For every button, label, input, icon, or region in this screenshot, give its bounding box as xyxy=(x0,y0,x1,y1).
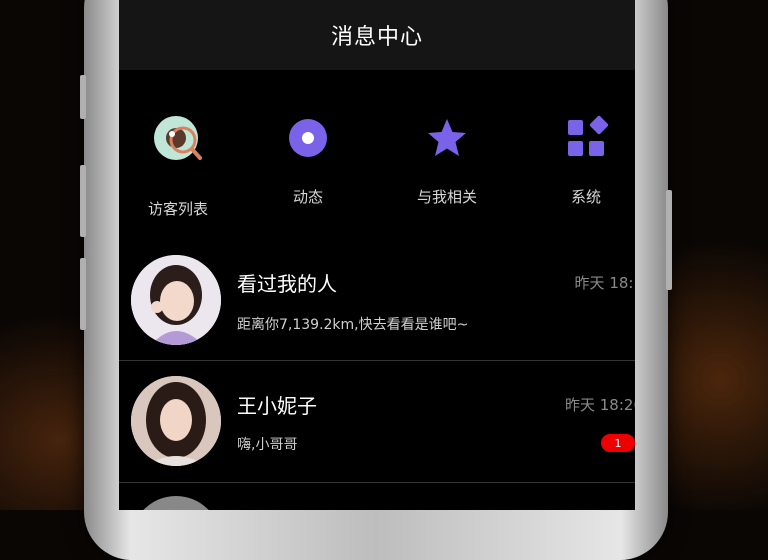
phone-side-button xyxy=(80,258,86,330)
message-preview: 嗨,小哥哥 xyxy=(237,437,298,453)
message-row-visitors[interactable]: 看过我的人 昨天 18:1 距离你7,139.2km,快去看看是谁吧~ xyxy=(119,240,635,360)
star-icon xyxy=(419,110,475,166)
row-divider xyxy=(119,360,635,361)
avatar xyxy=(131,376,221,466)
phone-side-button xyxy=(80,75,86,119)
header-bar: 消息中心 xyxy=(119,0,635,70)
phone-side-button xyxy=(80,165,86,237)
shortcut-label: 与我相关 xyxy=(416,188,477,206)
phone-side-button xyxy=(666,190,672,290)
message-row-chat[interactable]: 王小妮子 昨天 18:20 嗨,小哥哥 1 xyxy=(119,362,635,482)
shortcut-system[interactable]: 系统 xyxy=(526,110,635,207)
message-time: 昨天 18:20 xyxy=(565,396,635,414)
avatar xyxy=(131,496,221,510)
shortcut-visitor-list[interactable]: 访客列表 xyxy=(119,110,238,219)
avatar xyxy=(131,255,221,345)
message-sender-name: 王小妮子 xyxy=(237,394,317,418)
system-apps-icon xyxy=(558,110,614,166)
shortcut-bar: 访客列表 动态 与我相关 系统 xyxy=(119,110,635,230)
message-sender-name: 看过我的人 xyxy=(237,272,337,296)
message-preview: 距离你7,139.2km,快去看看是谁吧~ xyxy=(237,317,469,333)
shortcut-related-to-me[interactable]: 与我相关 xyxy=(387,110,507,207)
shortcut-moments[interactable]: 动态 xyxy=(248,110,368,207)
shortcut-label: 访客列表 xyxy=(147,200,208,218)
shortcut-label: 系统 xyxy=(570,188,601,206)
unread-badge: 1 xyxy=(601,434,635,452)
moments-icon xyxy=(280,110,336,166)
row-divider xyxy=(119,482,635,483)
page-title: 消息中心 xyxy=(330,25,423,50)
message-time: 昨天 18:1 xyxy=(574,274,635,292)
app-screen: 消息中心 访客列表 动态 与我相关 系统 看过我的人 昨天 18: 距离你7,1… xyxy=(119,0,635,510)
shortcut-label: 动态 xyxy=(292,188,323,206)
visitor-icon xyxy=(150,110,206,166)
